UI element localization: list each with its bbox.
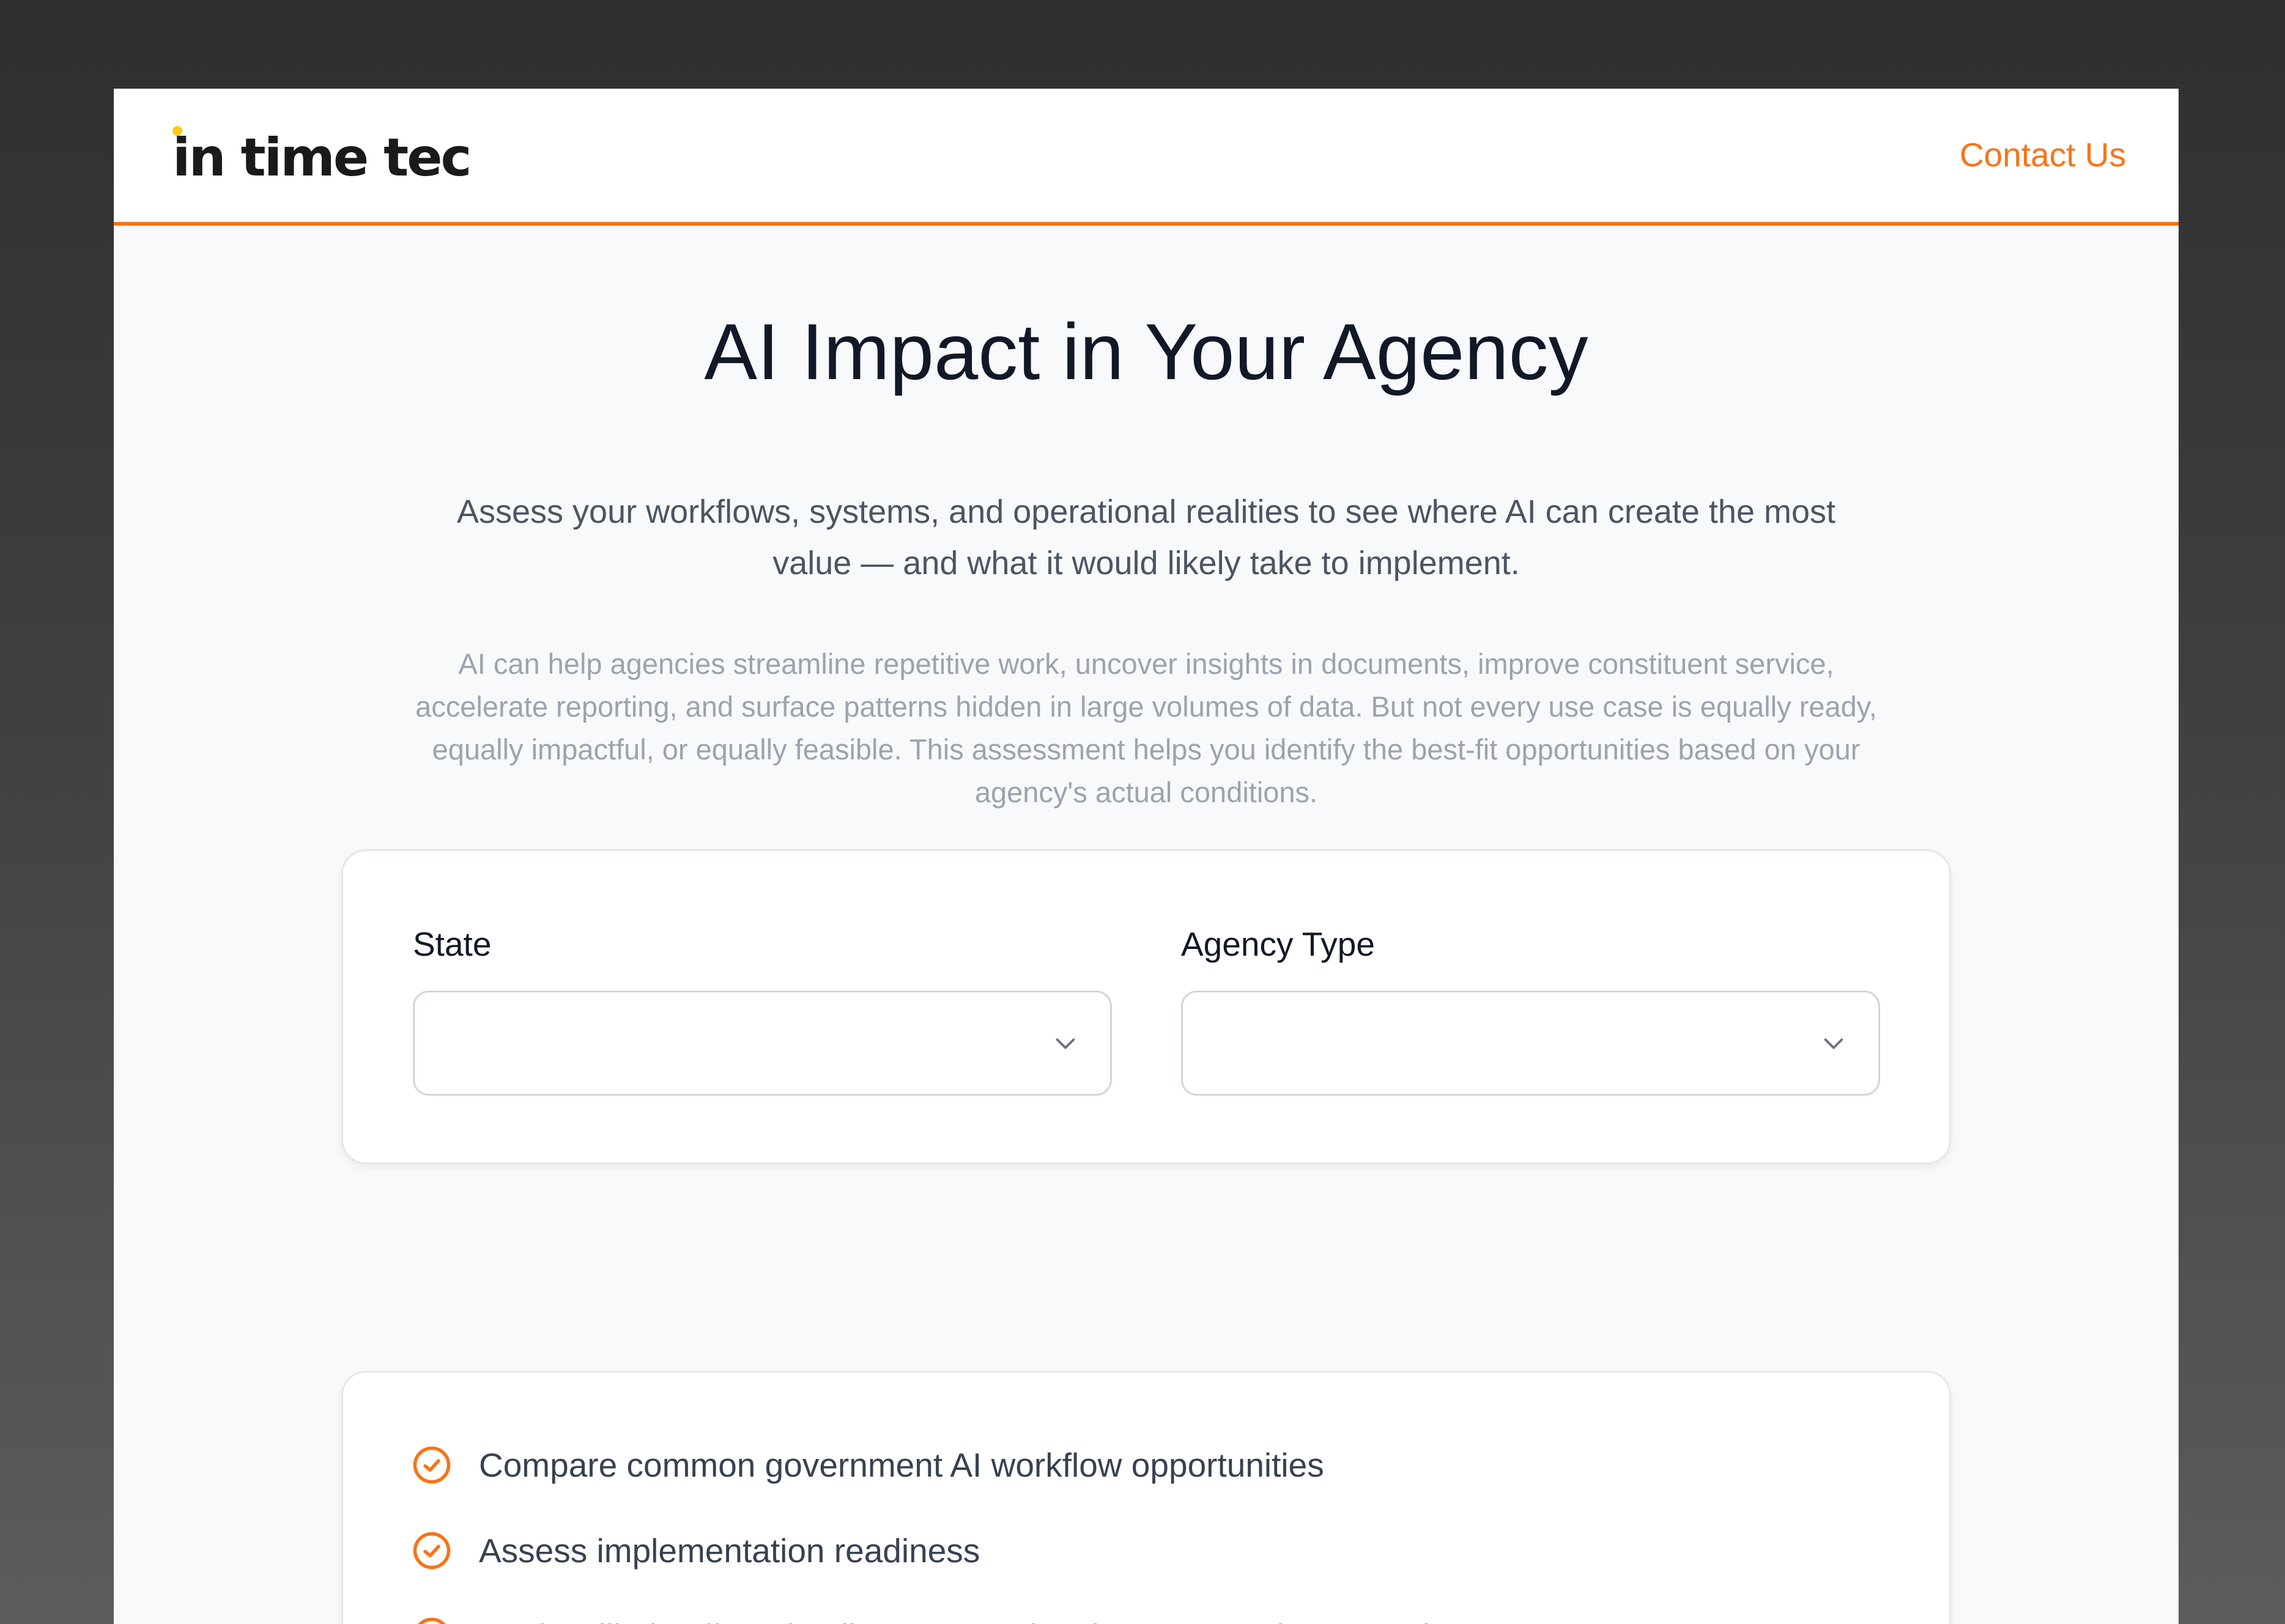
site-header: in time tec Contact Us [114,89,2179,226]
chevron-down-icon [1056,1038,1075,1049]
feature-item: Assess implementation readiness [412,1530,980,1571]
agency-type-label: Agency Type [1181,925,1375,963]
chevron-down-icon [1824,1038,1843,1049]
browser-window: in time tec Contact Us AI Impact in Your… [114,89,2179,1624]
page-description: AI can help agencies streamline repetiti… [415,648,1877,808]
state-label: State [413,925,492,963]
logo-wordmark: in time tec [172,126,472,188]
agency-type-select[interactable] [1181,991,1880,1096]
feature-text: Compare common government AI workflow op… [479,1446,1324,1484]
filter-card: State Agency Type [341,849,1951,1164]
features-card: Compare common government AI workflow op… [341,1371,1951,1624]
feature-text: Review likely effort, timeline, agency i… [479,1617,1585,1624]
feature-text: Assess implementation readiness [479,1532,980,1570]
page-subtitle: Assess your workflows, systems, and oper… [456,493,1836,581]
state-select[interactable] [413,991,1112,1096]
check-circle-icon [413,1532,451,1570]
logo-text: in time tec [172,127,472,188]
feature-item: Compare common government AI workflow op… [412,1445,1324,1485]
contact-us-link[interactable]: Contact Us [1960,135,2126,174]
company-logo[interactable]: in time tec [172,124,472,191]
check-circle-icon [413,1446,451,1484]
logo-yellow-dot [172,126,182,136]
feature-item: Review likely effort, timeline, agency i… [412,1616,1585,1624]
check-circle-icon [418,1617,446,1624]
page-title: AI Impact in Your Agency [704,307,1588,396]
